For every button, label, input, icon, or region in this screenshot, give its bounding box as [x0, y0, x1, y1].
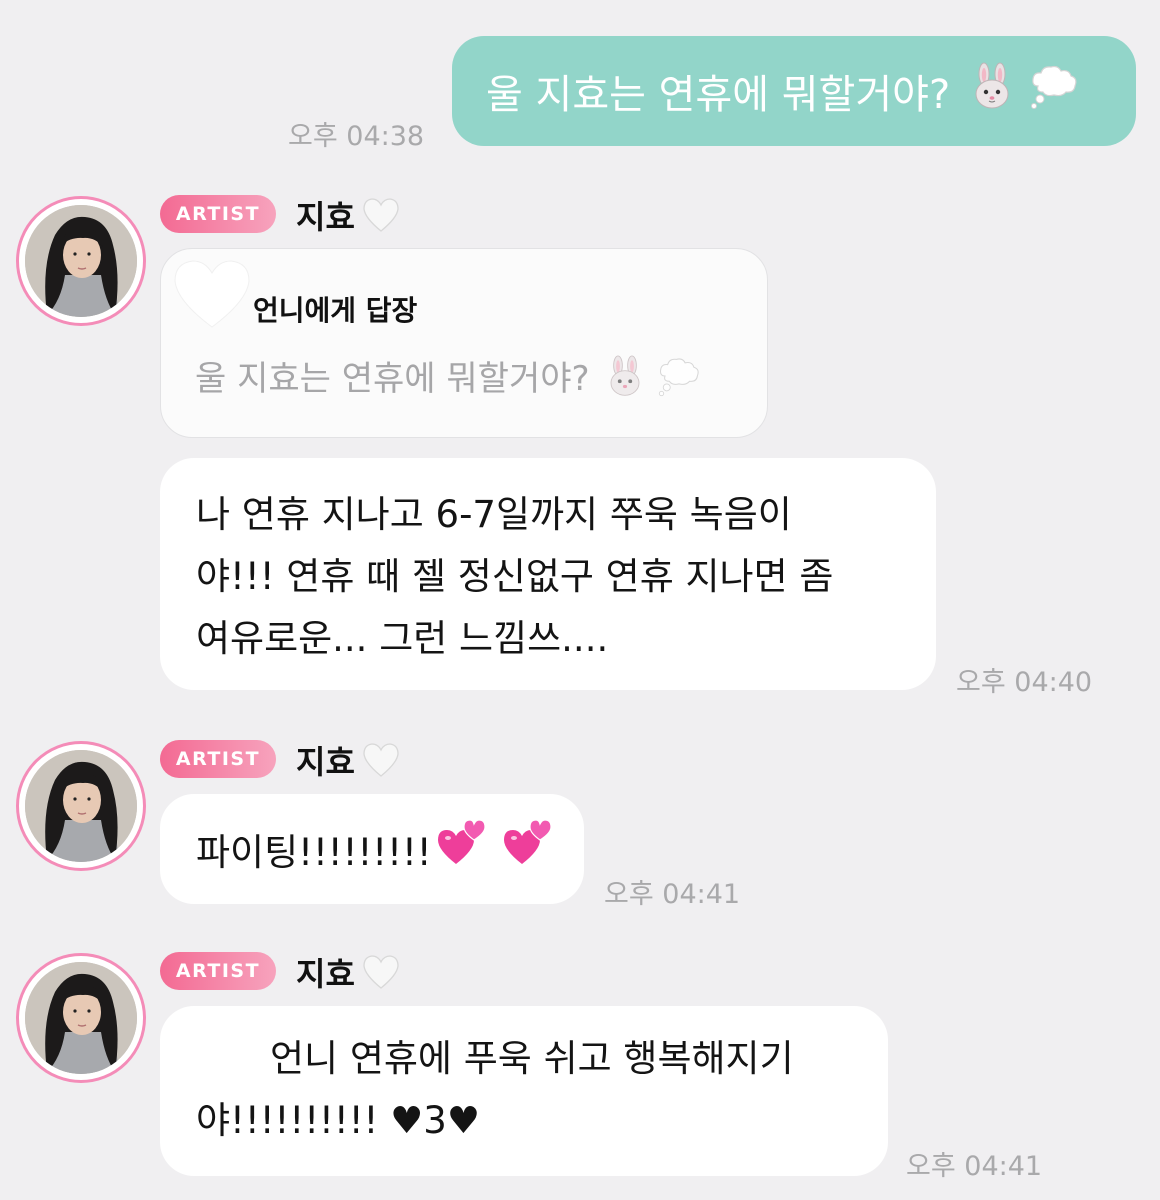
avatar-photo: [25, 750, 137, 862]
outgoing-message-bubble[interactable]: 울 지효는 연휴에 뭐할거야?: [452, 36, 1136, 146]
artist-message-bubble[interactable]: 파이팅!!!!!!!!!: [160, 794, 584, 904]
thought-balloon-icon: [656, 355, 702, 397]
artist-name[interactable]: 지효: [296, 192, 401, 238]
message-line: 여유로운... 그런 느낌쓰....: [196, 617, 609, 660]
artist-message-bubble[interactable]: 언니 연휴에 푸욱 쉬고 행복해지기 야!!!!!!!!!! ♥3♥: [160, 1006, 888, 1176]
artist-badge: ARTIST: [160, 952, 276, 990]
white-heart-icon: [361, 196, 401, 234]
white-heart-icon: [361, 741, 401, 779]
artist-badge: ARTIST: [160, 195, 276, 233]
message-line: 파이팅!!!!!!!!!: [196, 831, 432, 874]
message-line: 나 연휴 지나고 6-7일까지 쭈욱 녹음이: [196, 493, 792, 536]
reply-preview-card[interactable]: 언니에게 답장 울 지효는 연휴에 뭐할거야?: [160, 248, 768, 438]
artist-name-text: 지효: [296, 955, 355, 993]
artist-name-text: 지효: [296, 198, 355, 236]
artist-name[interactable]: 지효: [296, 737, 401, 783]
two-hearts-icon: [500, 814, 556, 870]
rabbit-face-icon: [968, 62, 1016, 120]
artist-avatar[interactable]: [16, 953, 146, 1083]
message-line: 언니 연휴에 푸욱 쉬고 행복해지기: [270, 1037, 794, 1080]
two-hearts-icon: [434, 814, 490, 870]
artist-badge: ARTIST: [160, 740, 276, 778]
reply-quote: 울 지효는 연휴에 뭐할거야?: [195, 351, 702, 400]
artist-name[interactable]: 지효: [296, 949, 401, 995]
message-timestamp: 오후 04:41: [604, 879, 741, 910]
reply-quote-text: 울 지효는 연휴에 뭐할거야?: [195, 359, 590, 399]
artist-name-text: 지효: [296, 743, 355, 781]
artist-message-bubble[interactable]: 나 연휴 지나고 6-7일까지 쭈욱 녹음이 야!!! 연휴 때 젤 정신없구 …: [160, 458, 936, 690]
artist-avatar[interactable]: [16, 741, 146, 871]
reply-heart-decoration: [167, 253, 257, 337]
message-timestamp: 오후 04:38: [288, 121, 425, 152]
artist-avatar[interactable]: [16, 196, 146, 326]
message-line: 야!!!!!!!!!! ♥3♥: [196, 1099, 481, 1142]
white-heart-icon: [361, 953, 401, 991]
reply-title: 언니에게 답장: [253, 294, 418, 327]
avatar-photo: [25, 962, 137, 1074]
rabbit-face-icon: [604, 354, 646, 397]
avatar-photo: [25, 205, 137, 317]
message-line: 야!!! 연휴 때 젤 정신없구 연휴 지나면 좀: [196, 555, 834, 598]
message-timestamp: 오후 04:41: [906, 1151, 1043, 1182]
message-timestamp: 오후 04:40: [956, 667, 1093, 698]
thought-balloon-icon: [1028, 62, 1080, 120]
outgoing-message-text: 울 지효는 연휴에 뭐할거야?: [486, 72, 951, 118]
